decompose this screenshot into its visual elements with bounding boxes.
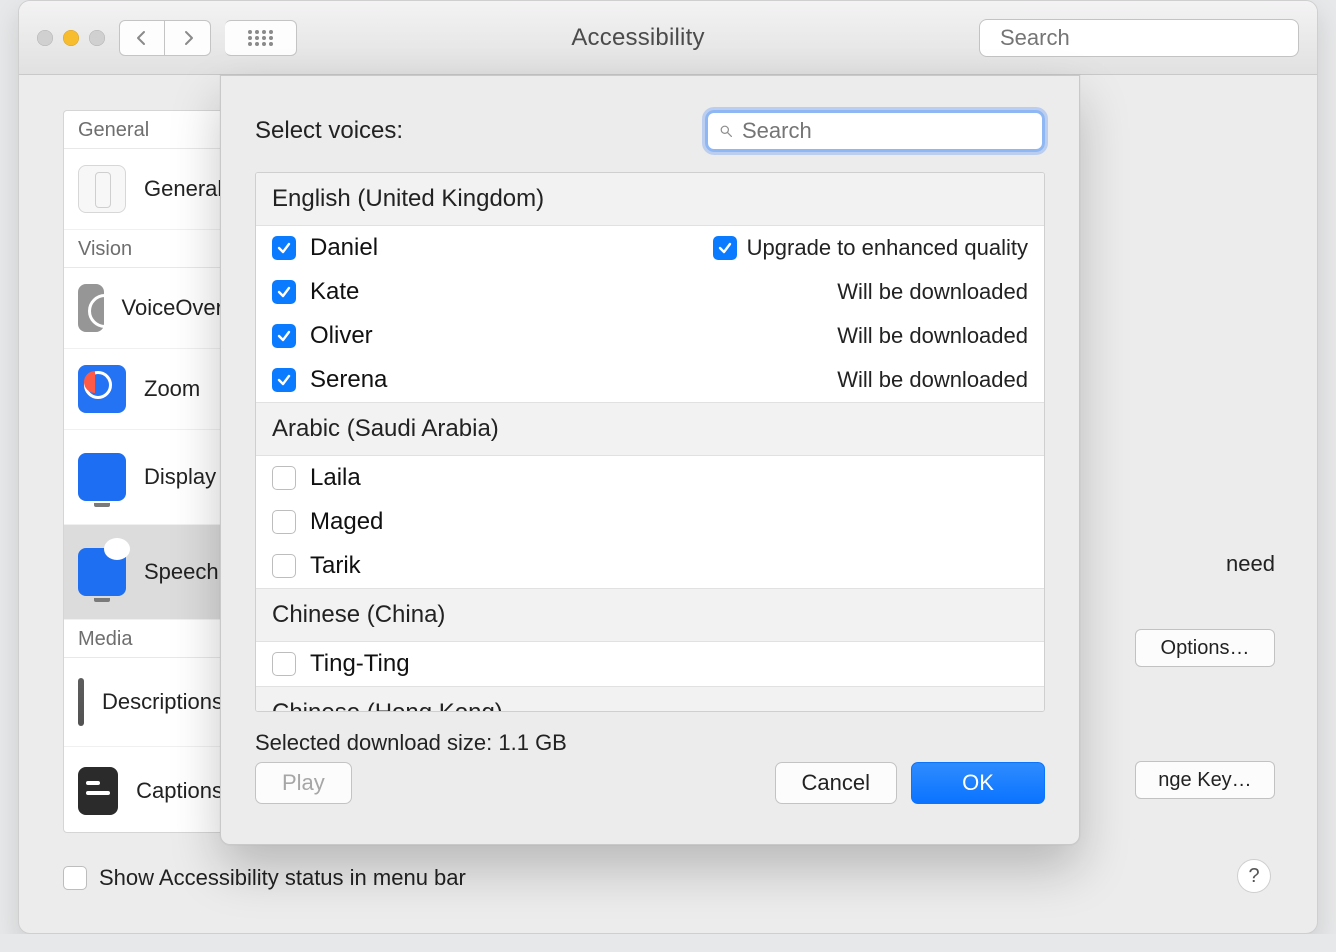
zoom-window[interactable]	[89, 30, 105, 46]
back-button[interactable]	[119, 20, 165, 56]
sidebar-item-label: Display	[144, 464, 216, 490]
voice-checkbox[interactable]	[272, 554, 296, 578]
minimize-window[interactable]	[63, 30, 79, 46]
voice-name: Laila	[310, 464, 361, 492]
voice-row-daniel[interactable]: Daniel Upgrade to enhanced quality	[256, 226, 1044, 270]
sidebar-item-label: VoiceOver	[122, 295, 224, 321]
speech-icon	[78, 548, 126, 596]
voice-row-kate[interactable]: Kate Will be downloaded	[256, 270, 1044, 314]
voice-name: Oliver	[310, 322, 373, 350]
voice-row-serena[interactable]: Serena Will be downloaded	[256, 358, 1044, 402]
section-header: Chinese (China)	[256, 588, 1044, 642]
sidebar-item-captions[interactable]: Captions	[64, 747, 237, 833]
voice-checkbox[interactable]	[272, 324, 296, 348]
nav-back-forward	[119, 20, 211, 56]
chevron-right-icon	[180, 30, 196, 46]
check-icon	[718, 241, 732, 255]
sidebar-item-zoom[interactable]: Zoom	[64, 349, 237, 430]
voices-list[interactable]: English (United Kingdom) Daniel Upgrade …	[255, 172, 1045, 712]
voice-row-oliver[interactable]: Oliver Will be downloaded	[256, 314, 1044, 358]
help-button[interactable]: ?	[1237, 859, 1271, 893]
window-title: Accessibility	[311, 24, 965, 52]
change-key-button[interactable]: nge Key…	[1135, 761, 1275, 799]
sidebar-item-general[interactable]: General	[64, 149, 237, 230]
voice-checkbox[interactable]	[272, 280, 296, 304]
voice-name: Tarik	[310, 552, 361, 580]
sidebar-item-label: General	[144, 176, 222, 202]
voice-name: Serena	[310, 366, 387, 394]
voice-checkbox[interactable]	[272, 466, 296, 490]
sheet-title: Select voices:	[255, 117, 403, 145]
voice-checkbox[interactable]	[272, 510, 296, 534]
voiceover-icon	[78, 284, 104, 332]
chevron-left-icon	[134, 30, 150, 46]
sheet-search-input[interactable]	[742, 118, 1030, 144]
voice-name: Daniel	[310, 234, 378, 262]
display-icon	[78, 453, 126, 501]
descriptions-icon	[78, 678, 84, 726]
voice-meta: Upgrade to enhanced quality	[713, 235, 1028, 261]
sidebar-item-voiceover[interactable]: VoiceOver	[64, 268, 237, 349]
voice-checkbox[interactable]	[272, 236, 296, 260]
close-window[interactable]	[37, 30, 53, 46]
voice-checkbox[interactable]	[272, 368, 296, 392]
zoom-icon	[78, 365, 126, 413]
voice-name: Maged	[310, 508, 383, 536]
section-header: English (United Kingdom)	[256, 173, 1044, 226]
show-all-button[interactable]	[225, 20, 297, 56]
category-sidebar: General General Vision VoiceOver Zoom Di…	[63, 110, 238, 833]
window-controls	[37, 30, 105, 46]
grid-icon-button[interactable]	[225, 20, 297, 56]
voice-row-tingting[interactable]: Ting-Ting	[256, 642, 1044, 686]
toolbar-search-input[interactable]	[1000, 25, 1288, 51]
toolbar-search[interactable]	[979, 19, 1299, 57]
voice-meta: Will be downloaded	[837, 279, 1028, 305]
partial-text: need	[1226, 551, 1275, 577]
check-icon	[277, 329, 291, 343]
check-icon	[277, 241, 291, 255]
sidebar-item-display[interactable]: Display	[64, 430, 237, 525]
general-icon	[78, 165, 126, 213]
upgrade-checkbox[interactable]	[713, 236, 737, 260]
sidebar-item-label: Captions	[136, 778, 223, 804]
download-size-label: Selected download size: 1.1 GB	[255, 730, 1045, 756]
grid-icon	[247, 29, 275, 47]
sheet-search[interactable]	[705, 110, 1045, 152]
section-header: Arabic (Saudi Arabia)	[256, 402, 1044, 456]
voice-name: Ting-Ting	[310, 650, 410, 678]
captions-icon	[78, 767, 118, 815]
sidebar-item-descriptions[interactable]: Descriptions	[64, 658, 237, 747]
sidebar-header-media: Media	[64, 620, 237, 658]
sidebar-header-general: General	[64, 111, 237, 149]
voice-meta: Will be downloaded	[837, 367, 1028, 393]
check-icon	[277, 285, 291, 299]
show-status-row: Show Accessibility status in menu bar	[63, 865, 466, 891]
voice-row-tarik[interactable]: Tarik	[256, 544, 1044, 588]
sidebar-item-label: Descriptions	[102, 689, 223, 715]
voice-row-laila[interactable]: Laila	[256, 456, 1044, 500]
options-button[interactable]: Options…	[1135, 629, 1275, 667]
voice-checkbox[interactable]	[272, 652, 296, 676]
sidebar-item-speech[interactable]: Speech	[64, 525, 237, 620]
section-header: Chinese (Hong Kong)	[256, 686, 1044, 712]
upgrade-label: Upgrade to enhanced quality	[747, 235, 1028, 261]
ok-button[interactable]: OK	[911, 762, 1045, 804]
voices-sheet: Select voices: English (United Kingdom) …	[220, 75, 1080, 845]
forward-button[interactable]	[165, 20, 211, 56]
search-icon	[720, 121, 732, 141]
play-button[interactable]: Play	[255, 762, 352, 804]
voice-row-maged[interactable]: Maged	[256, 500, 1044, 544]
check-icon	[277, 373, 291, 387]
sidebar-item-label: Zoom	[144, 376, 200, 402]
voice-name: Kate	[310, 278, 359, 306]
show-status-checkbox[interactable]	[63, 866, 87, 890]
show-status-label: Show Accessibility status in menu bar	[99, 865, 466, 891]
sidebar-item-label: Speech	[144, 559, 219, 585]
cancel-button[interactable]: Cancel	[775, 762, 897, 804]
voice-meta: Will be downloaded	[837, 323, 1028, 349]
titlebar: Accessibility	[19, 1, 1317, 75]
sidebar-header-vision: Vision	[64, 230, 237, 268]
